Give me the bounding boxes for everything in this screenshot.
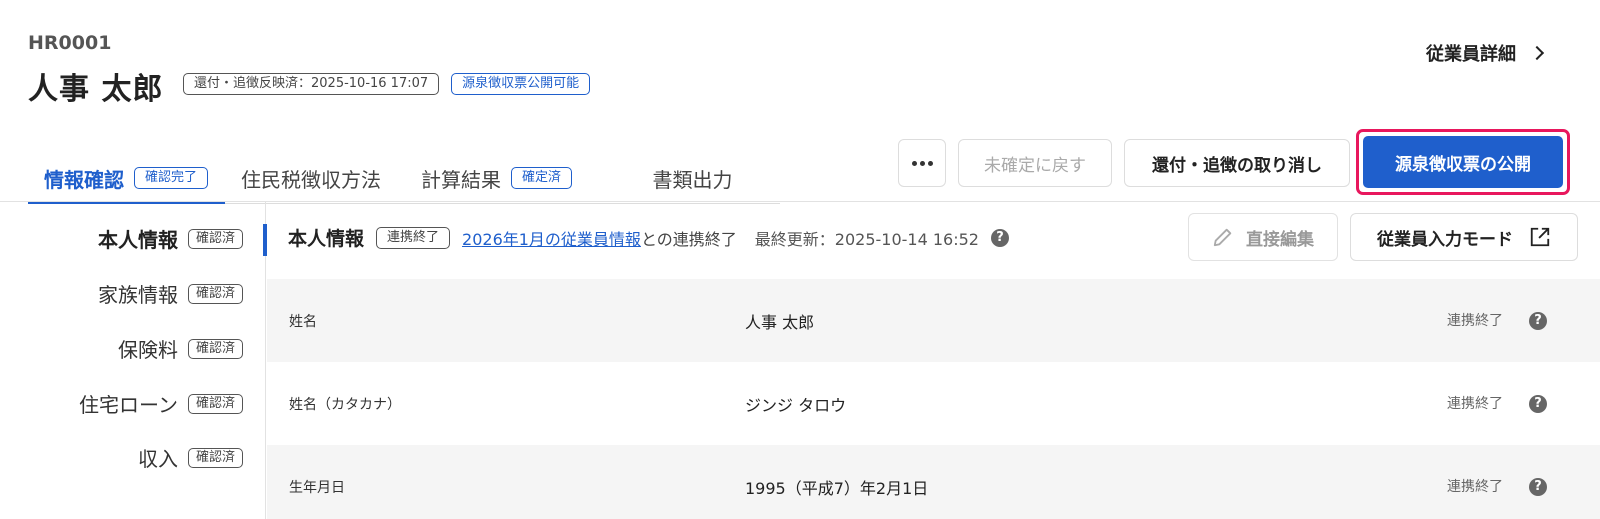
sidebar-item-label: 家族情報 <box>97 283 178 307</box>
tab-label: 情報確認 <box>44 168 124 192</box>
employee-input-mode-label: 従業員入力モード <box>1377 229 1513 250</box>
sync-status-badge: 連携終了 <box>376 226 451 249</box>
tab-resident-tax[interactable]: 住民税徴収方法 <box>225 158 405 204</box>
tab-status-badge: 確認完了 <box>134 167 209 189</box>
active-indicator <box>263 224 267 256</box>
sidebar-item-insurance[interactable]: 保険料 確認済 <box>118 334 243 363</box>
sidebar-item-label: 収入 <box>137 447 178 471</box>
status-badge: 確認済 <box>187 283 243 304</box>
cancel-refund-button[interactable]: 還付・追徴の取り消し <box>1124 139 1350 187</box>
row-value: ジンジ タロウ <box>745 395 847 415</box>
sidebar-item-label: 本人情報 <box>97 228 178 252</box>
status-badge: 確認済 <box>187 338 243 359</box>
section-sidebar: 本人情報 確認済 家族情報 確認済 保険料 確認済 住宅ローン 確認済 収入 確… <box>0 202 267 519</box>
sidebar-item-family-info[interactable]: 家族情報 確認済 <box>98 279 243 308</box>
status-badge: 確認済 <box>187 447 243 468</box>
direct-edit-button[interactable]: 直接編集 <box>1188 213 1338 261</box>
sidebar-item-label: 住宅ローン <box>78 393 178 417</box>
header-badges: 還付・追徴反映済：2025-10-16 17:07 源泉徴収票公開可能 <box>183 73 591 95</box>
pencil-icon <box>1213 228 1232 247</box>
refund-status-badge: 還付・追徴反映済：2025-10-16 17:07 <box>183 73 440 95</box>
employee-name: 人事 太郎 <box>28 72 164 107</box>
sidebar-item-housing-loan[interactable]: 住宅ローン 確認済 <box>79 389 243 418</box>
more-dots-icon <box>911 160 933 166</box>
tab-status-badge: 確定済 <box>511 167 573 189</box>
row-value: 人事 太郎 <box>745 312 815 332</box>
row-status: 連携終了 <box>1447 312 1503 329</box>
chevron-right-icon <box>1529 45 1545 61</box>
info-table: 姓名 人事 太郎 連携終了 ? 姓名（カタカナ） ジンジ タロウ 連携終了 ? … <box>267 279 1600 519</box>
publish-withholding-button[interactable]: 源泉徴収票の公開 <box>1363 136 1563 188</box>
row-label: 姓名 <box>289 313 317 330</box>
row-status: 連携終了 <box>1447 395 1503 412</box>
employee-id: HR0001 <box>28 32 112 54</box>
employee-detail-link[interactable]: 従業員詳細 <box>1426 40 1545 66</box>
status-badge: 確認済 <box>187 228 243 249</box>
table-row: 姓名 人事 太郎 連携終了 ? <box>267 279 1600 362</box>
help-icon[interactable]: ? <box>1529 311 1547 330</box>
table-row: 姓名（カタカナ） ジンジ タロウ 連携終了 ? <box>267 362 1600 445</box>
row-status: 連携終了 <box>1447 478 1503 495</box>
sidebar-item-income[interactable]: 収入 確認済 <box>138 443 243 472</box>
direct-edit-label: 直接編集 <box>1246 229 1314 250</box>
external-link-icon <box>1530 227 1550 247</box>
sidebar-item-label: 保険料 <box>117 338 178 362</box>
tab-label: 住民税徴収方法 <box>241 168 381 192</box>
tab-label: 計算結果 <box>421 168 501 192</box>
table-row: 生年月日 1995（平成7）年2月1日 連携終了 ? <box>267 445 1600 519</box>
help-icon[interactable]: ? <box>1529 477 1547 496</box>
tab-calc-result[interactable]: 計算結果 確定済 <box>405 158 605 204</box>
more-button[interactable] <box>898 139 946 187</box>
employee-info-link[interactable]: 2026年1月の従業員情報 <box>462 230 641 249</box>
section-header: 本人情報 連携終了 2026年1月の従業員情報との連携終了 最終更新：2025-… <box>288 224 1009 251</box>
withholding-publishable-badge: 源泉徴収票公開可能 <box>451 73 591 95</box>
help-icon[interactable]: ? <box>1529 394 1547 413</box>
row-label: 姓名（カタカナ） <box>289 396 401 413</box>
employee-detail-label: 従業員詳細 <box>1426 44 1516 65</box>
help-icon[interactable]: ? <box>990 228 1009 247</box>
action-bar: 未確定に戻す 還付・追徴の取り消し 源泉徴収票の公開 <box>880 129 1600 195</box>
sync-text: との連携終了 <box>640 229 737 249</box>
tab-documents[interactable]: 書類出力 <box>605 158 780 204</box>
section-title: 本人情報 <box>288 228 365 250</box>
revert-unconfirmed-button[interactable]: 未確定に戻す <box>958 139 1112 187</box>
tab-label: 書類出力 <box>652 168 733 192</box>
tab-bar: 情報確認 確認完了 住民税徴収方法 計算結果 確定済 書類出力 <box>28 158 780 204</box>
row-value: 1995（平成7）年2月1日 <box>745 478 929 498</box>
last-updated: 最終更新：2025-10-14 16:52 <box>754 229 979 249</box>
publish-highlight: 源泉徴収票の公開 <box>1356 129 1570 195</box>
row-label: 生年月日 <box>289 479 345 496</box>
sidebar-item-personal-info[interactable]: 本人情報 確認済 <box>98 224 243 253</box>
tab-info-check[interactable]: 情報確認 確認完了 <box>28 158 225 204</box>
status-badge: 確認済 <box>187 393 243 414</box>
employee-input-mode-button[interactable]: 従業員入力モード <box>1350 213 1578 261</box>
